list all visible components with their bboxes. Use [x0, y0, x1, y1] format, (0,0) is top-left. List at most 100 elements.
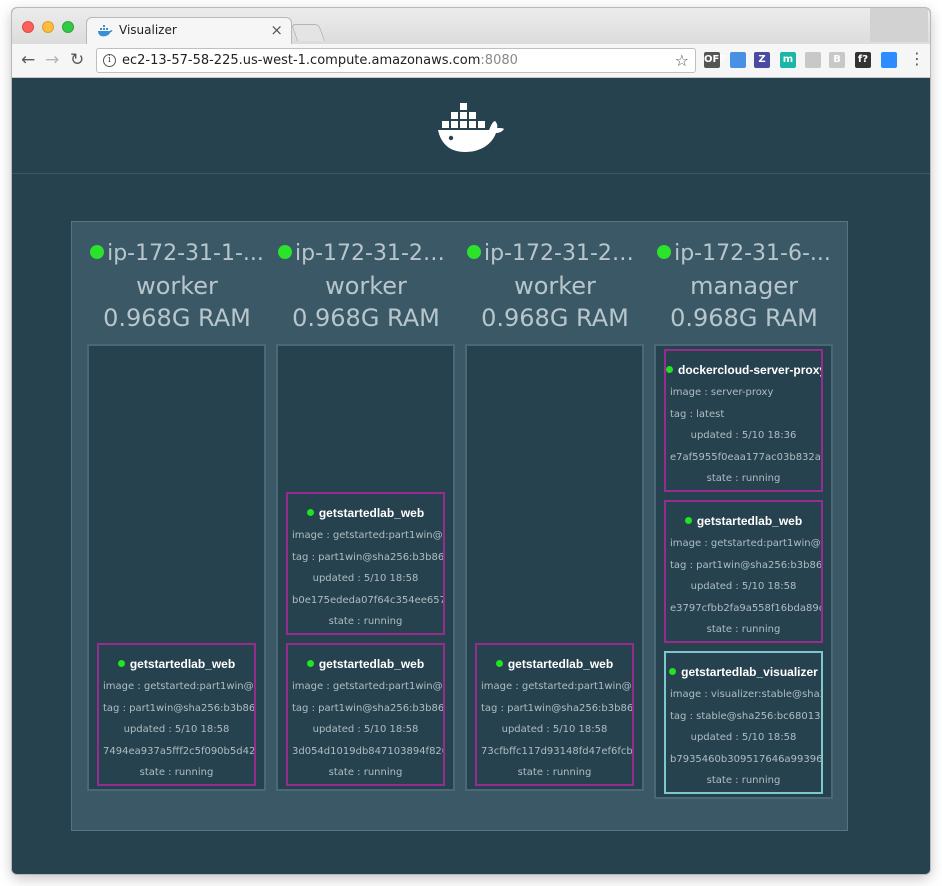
- service-name: getstartedlab_web: [477, 657, 632, 671]
- profile-area[interactable]: [870, 8, 928, 42]
- new-tab-button[interactable]: [290, 24, 326, 41]
- node-status-dot-icon: [657, 245, 672, 259]
- tab-close-icon[interactable]: ×: [270, 21, 283, 39]
- node-hostname: ip-172-31-1-...: [87, 238, 267, 270]
- node-status-dot-icon: [467, 245, 481, 259]
- service-name-text: getstartedlab_visualizer: [681, 665, 818, 679]
- tab-title: Visualizer: [119, 23, 177, 37]
- service-updated: updated : 5/10 18:36: [690, 430, 797, 441]
- service-name-text: dockercloud-server-proxy: [678, 363, 823, 377]
- service-tag: tag : part1win@sha256:b3b867f887c: [292, 551, 445, 563]
- service-card[interactable]: getstartedlab_webimage : getstarted:part…: [286, 643, 445, 786]
- node-name-text: ip-172-31-23...: [295, 241, 456, 266]
- service-state: state : running: [517, 767, 592, 778]
- service-card[interactable]: dockercloud-server-proxy image : server-p…: [664, 349, 823, 492]
- node-name-text: ip-172-31-1-...: [107, 241, 264, 266]
- forward-arrow-icon[interactable]: →: [45, 51, 59, 69]
- node-ram: 0.968G RAM: [103, 304, 251, 332]
- bookmark-star-icon[interactable]: ☆: [675, 51, 689, 70]
- service-image: image : getstarted:part1win@sha256: [670, 538, 821, 549]
- node-ram: 0.968G RAM: [481, 304, 629, 332]
- node-ram: 0.968G RAM: [292, 304, 440, 332]
- service-card[interactable]: getstartedlab_webimage : getstarted:part…: [286, 492, 445, 635]
- service-name: getstartedlab_web: [288, 506, 443, 520]
- node-hostname: ip-172-31-6-...: [654, 238, 834, 270]
- service-id: b0e175ededa07f64c354ee657b9db5: [292, 594, 443, 606]
- service-status-dot-icon: [666, 366, 673, 373]
- service-name: getstartedlab_web: [288, 657, 443, 671]
- service-id: 3d054d1019db847103894f820e863f: [292, 745, 443, 757]
- zoom-extension-icon[interactable]: [881, 52, 897, 68]
- service-status-dot-icon: [306, 509, 314, 516]
- service-status-dot-icon: [306, 660, 314, 667]
- service-status-dot-icon: [495, 660, 503, 667]
- tab-visualizer[interactable]: Visualizer ×: [86, 17, 292, 44]
- pin-extension-icon[interactable]: [730, 52, 746, 68]
- window-zoom-button[interactable]: [62, 21, 74, 33]
- rss-extension-icon[interactable]: [805, 52, 821, 68]
- service-updated: updated : 5/10 18:58: [312, 724, 419, 735]
- service-updated: updated : 5/10 18:58: [312, 573, 419, 584]
- service-state: state : running: [328, 616, 403, 627]
- service-name-text: getstartedlab_web: [507, 657, 614, 671]
- fx-extension-icon[interactable]: f?: [855, 52, 871, 68]
- node-header: ip-172-31-23... worker 0.968G RAM: [276, 238, 456, 334]
- service-updated: updated : 5/10 18:58: [690, 581, 797, 592]
- node-container-area: getstartedlab_webimage : getstarted:part…: [465, 344, 644, 791]
- service-updated: updated : 5/10 18:58: [501, 724, 608, 735]
- service-id: e3797cfbb2fa9a558f16bda89c2c150: [670, 602, 821, 614]
- service-card[interactable]: getstartedlab_webimage : getstarted:part…: [475, 643, 634, 786]
- browser-toolbar: ← → ↻ i ec2-13-57-58-225.us-west-1.compu…: [12, 44, 930, 78]
- service-name-text: getstartedlab_web: [696, 514, 803, 528]
- node-ram: 0.968G RAM: [670, 304, 818, 332]
- back-arrow-icon[interactable]: ←: [21, 51, 35, 69]
- service-image: image : getstarted:part1win@sha256: [292, 530, 443, 541]
- off-extension-icon[interactable]: OFF: [704, 52, 726, 68]
- service-image: image : getstarted:part1win@sha256: [103, 681, 254, 692]
- service-status-dot-icon: [117, 660, 125, 667]
- service-state: state : running: [706, 473, 781, 484]
- service-card[interactable]: getstartedlab_webimage : getstarted:part…: [97, 643, 256, 786]
- node-container-area: dockercloud-server-proxy image : server-p…: [654, 344, 833, 799]
- title-bar: Visualizer ×: [12, 8, 930, 44]
- reload-icon[interactable]: ↻: [70, 51, 84, 69]
- service-id: e7af5955f0eaa177ac03b832a7457f1: [670, 451, 821, 463]
- window-minimize-button[interactable]: [42, 21, 54, 33]
- menu-kebab-icon[interactable]: ⋮: [909, 50, 925, 68]
- service-state: state : running: [328, 767, 403, 778]
- node-role: manager: [690, 272, 798, 300]
- m-extension-icon[interactable]: m: [780, 52, 796, 68]
- node-status-dot-icon: [90, 245, 105, 259]
- docker-whale-logo-icon: [438, 103, 504, 152]
- node-role: worker: [514, 272, 596, 300]
- service-tag: tag : part1win@sha256:b3b867f887c: [292, 702, 445, 714]
- service-name: getstartedlab_web: [99, 657, 254, 671]
- info-icon[interactable]: i: [103, 54, 116, 67]
- address-bar[interactable]: i ec2-13-57-58-225.us-west-1.compute.ama…: [96, 48, 696, 73]
- url-host: ec2-13-57-58-225.us-west-1.compute.amazo…: [122, 53, 481, 68]
- node-hostname: ip-172-31-28...: [465, 238, 645, 270]
- service-card[interactable]: getstartedlab_webimage : getstarted:part…: [664, 500, 823, 643]
- node-header: ip-172-31-28... worker 0.968G RAM: [465, 238, 645, 334]
- node-role: worker: [325, 272, 407, 300]
- service-updated: updated : 5/10 18:58: [690, 732, 797, 743]
- browser-window: Visualizer × ← → ↻ i ec2-13-57-58-225.us…: [12, 8, 930, 874]
- service-name-text: getstartedlab_web: [318, 506, 425, 520]
- service-tag: tag : part1win@sha256:b3b867f887c: [481, 702, 634, 714]
- node-container-area: getstartedlab_webimage : getstarted:part…: [276, 344, 455, 791]
- url-text[interactable]: ec2-13-57-58-225.us-west-1.compute.amazo…: [122, 53, 518, 68]
- window-close-button[interactable]: [22, 21, 34, 33]
- service-state: state : running: [706, 775, 781, 786]
- service-card[interactable]: getstartedlab_visualizer image : visualiz…: [664, 651, 823, 794]
- b-extension-icon[interactable]: B: [829, 52, 845, 68]
- service-name: getstartedlab_visualizer: [666, 665, 821, 679]
- service-tag: tag : stable@sha256:bc680132f772c: [670, 710, 821, 722]
- service-image: image : getstarted:part1win@sha256: [481, 681, 632, 692]
- z-extension-icon[interactable]: Z: [754, 52, 770, 68]
- url-port: :8080: [480, 53, 518, 68]
- visualizer-page: ip-172-31-1-... worker 0.968G RAM getstarte…: [12, 78, 930, 874]
- service-name-text: getstartedlab_web: [318, 657, 425, 671]
- node-header: ip-172-31-6-... manager 0.968G RAM: [654, 238, 834, 334]
- service-image: image : getstarted:part1win@sha256: [292, 681, 443, 692]
- service-status-dot-icon: [669, 668, 677, 675]
